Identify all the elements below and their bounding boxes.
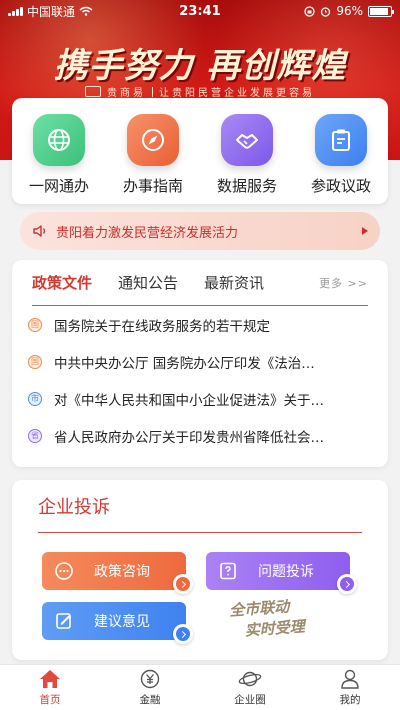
list-item[interactable]: 国 中共中央办公厅 国务院办公厅印发《法治… <box>28 343 372 380</box>
list-item[interactable]: 市 对《中华人民共和国中小企业促进法》关于… <box>28 380 372 417</box>
nav-label: 首页 <box>39 694 61 706</box>
arrow-right-icon <box>173 624 193 644</box>
level-tag-icon: 国 <box>28 354 42 369</box>
level-tag-icon: 国 <box>28 317 42 332</box>
button-label: 问题投诉 <box>258 564 314 580</box>
section-title: 企业投诉 <box>38 480 362 533</box>
news-title: 省人民政府办公厅关于印发贵州省降低社会… <box>54 429 324 446</box>
nav-label: 我的 <box>339 694 361 706</box>
compass-icon <box>127 114 179 166</box>
service-label: 数据服务 <box>216 177 277 195</box>
tab-notices[interactable]: 通知公告 <box>118 272 178 293</box>
nav-label: 企业圈 <box>234 694 266 706</box>
chat-bubble-icon <box>54 561 74 581</box>
level-tag-icon: 市 <box>28 391 42 406</box>
clipboard-icon <box>315 114 367 166</box>
news-title: 国务院关于在线政务服务的若干规定 <box>54 318 270 335</box>
speaker-icon <box>33 225 46 237</box>
nav-home[interactable]: 首页 <box>0 665 100 710</box>
stamp-line: 实时受理 <box>244 617 306 640</box>
button-label: 政策咨询 <box>94 564 150 580</box>
globe-icon <box>33 114 85 166</box>
brand-name: 贵商易 <box>107 88 146 99</box>
button-label: 建议意见 <box>94 614 150 630</box>
brand-tagline: 让贵阳民营企业发展更容易 <box>159 88 315 99</box>
problem-complaint-button[interactable]: 问题投诉 <box>206 552 357 594</box>
divider <box>152 86 153 97</box>
banner-subtitle: 贵商易 让贵阳民营企业发展更容易 <box>0 84 400 99</box>
news-title: 对《中华人民共和国中小企业促进法》关于… <box>54 392 324 409</box>
status-bar: 中国联通 23:41 96% <box>0 0 400 22</box>
nav-enterprise-circle[interactable]: 企业圈 <box>200 665 300 710</box>
announcement-text: 贵阳着力激发民营经济发展活力 <box>56 225 239 241</box>
nav-label: 金融 <box>139 694 161 706</box>
person-icon <box>338 668 362 690</box>
question-doc-icon <box>218 561 238 581</box>
level-tag-icon: 省 <box>28 428 42 443</box>
battery-icon <box>368 5 394 17</box>
service-label: 参政议政 <box>310 177 371 195</box>
battery-percent: 96% <box>336 4 363 18</box>
status-time: 23:41 <box>179 3 221 19</box>
slogan-stamp: 全市联动 实时受理 <box>229 595 306 642</box>
service-guide[interactable]: 办事指南 <box>111 114 195 204</box>
more-link[interactable]: 更多 >> <box>319 275 368 291</box>
tab-policy[interactable]: 政策文件 <box>32 272 92 293</box>
lock-rotation-icon <box>304 5 315 17</box>
news-title: 中共中央办公厅 国务院办公厅印发《法治… <box>54 355 315 372</box>
news-tabs: 政策文件 通知公告 最新资讯 更多 >> <box>32 260 368 306</box>
bottom-nav: 首页 金融 企业圈 我的 <box>0 664 400 710</box>
list-item[interactable]: 省 省人民政府办公厅关于印发贵州省降低社会… <box>28 417 372 454</box>
signal-icon <box>8 6 23 16</box>
play-arrow-icon <box>362 227 368 235</box>
policy-consult-button[interactable]: 政策咨询 <box>42 552 193 594</box>
list-item[interactable]: 国 国务院关于在线政务服务的若干规定 <box>28 306 372 343</box>
brand-logo-icon <box>85 86 101 97</box>
carrier-name: 中国联通 <box>27 4 76 19</box>
service-label: 办事指南 <box>122 177 183 195</box>
wifi-icon <box>79 6 93 16</box>
service-grid: 一网通办 办事指南 数据服务 参政议政 <box>12 98 388 204</box>
nav-finance[interactable]: 金融 <box>100 665 200 710</box>
suggestion-button[interactable]: 建议意见 <box>42 602 193 644</box>
yuan-icon <box>138 668 162 690</box>
service-data[interactable]: 数据服务 <box>205 114 289 204</box>
complaint-panel: 企业投诉 政策咨询 问题投诉 建议意见 全市联动 实时受理 <box>12 480 388 660</box>
service-online-office[interactable]: 一网通办 <box>17 114 101 204</box>
news-panel: 政策文件 通知公告 最新资讯 更多 >> 国 国务院关于在线政务服务的若干规定 … <box>12 260 388 467</box>
tab-latest[interactable]: 最新资讯 <box>204 272 264 293</box>
edit-note-icon <box>54 611 74 631</box>
home-icon <box>38 668 62 690</box>
announcement-bar[interactable]: 贵阳着力激发民营经济发展活力 <box>20 212 380 250</box>
nav-mine[interactable]: 我的 <box>300 665 400 710</box>
arrow-right-icon <box>337 574 357 594</box>
planet-icon <box>238 668 262 690</box>
banner-slogan: 携手努力 再创辉煌 <box>53 46 347 86</box>
alarm-icon <box>321 6 331 17</box>
service-politics[interactable]: 参政议政 <box>299 114 383 204</box>
service-label: 一网通办 <box>28 177 89 195</box>
arrow-right-icon <box>173 574 193 594</box>
handshake-icon <box>221 114 273 166</box>
